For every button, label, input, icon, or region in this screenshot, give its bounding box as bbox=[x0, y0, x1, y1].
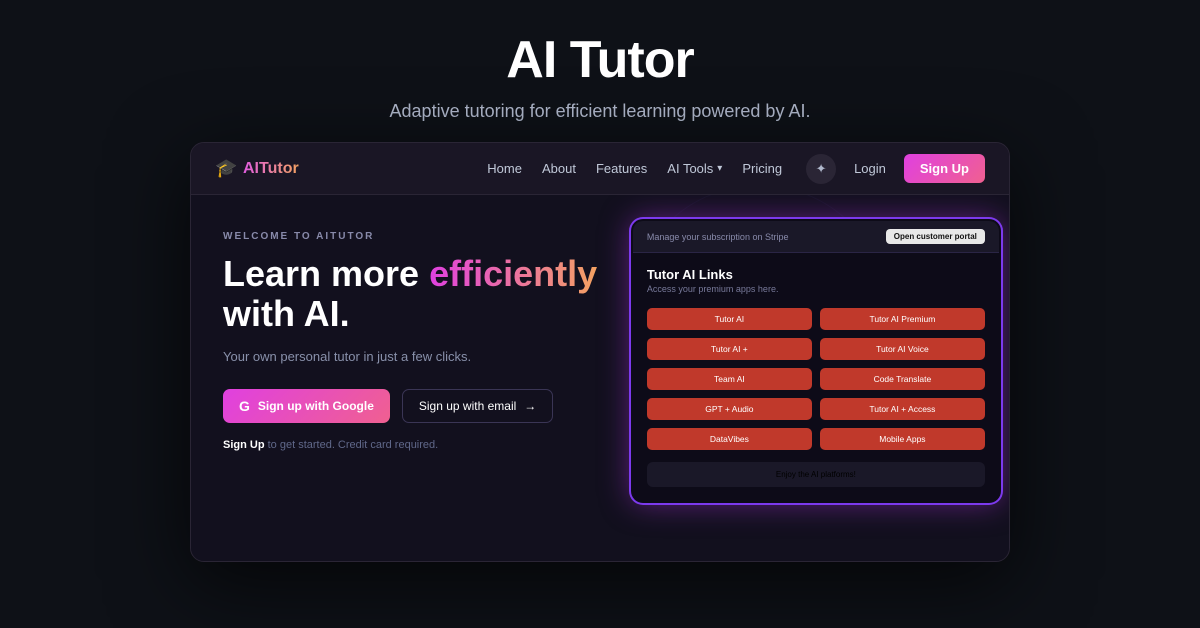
arrow-icon: → bbox=[524, 399, 536, 413]
hero-heading-part1: Learn more bbox=[223, 253, 429, 294]
nav-item-aitools[interactable]: AI Tools ▾ bbox=[667, 161, 722, 176]
google-icon: G bbox=[239, 398, 250, 414]
hero-heading-highlight: efficiently bbox=[429, 253, 597, 294]
navbar: 🎓 AITutor Home About Features AI Tools ▾… bbox=[191, 143, 1009, 195]
app-link-tutor-ai-access[interactable]: Tutor AI + Access bbox=[820, 398, 985, 420]
app-link-tutor-ai-plus[interactable]: Tutor AI + bbox=[647, 338, 812, 360]
signup-note-bold: Sign Up bbox=[223, 439, 265, 451]
chevron-down-icon: ▾ bbox=[717, 163, 722, 174]
app-panel-top: Manage your subscription on Stripe Open … bbox=[633, 221, 999, 253]
app-link-gpt-audio[interactable]: GPT + Audio bbox=[647, 398, 812, 420]
app-link-tutor-ai-voice[interactable]: Tutor AI Voice bbox=[820, 338, 985, 360]
hero-subtext: Your own personal tutor in just a few cl… bbox=[223, 347, 609, 367]
app-panel-top-text: Manage your subscription on Stripe bbox=[647, 232, 789, 242]
nav-item-features[interactable]: Features bbox=[596, 160, 647, 178]
star-button[interactable]: ✦ bbox=[806, 154, 836, 184]
app-link-tutor-ai[interactable]: Tutor AI bbox=[647, 308, 812, 330]
nav-link-pricing[interactable]: Pricing bbox=[742, 161, 782, 176]
nav-item-about[interactable]: About bbox=[542, 160, 576, 178]
hero-heading: Learn more efficiently with AI. bbox=[223, 254, 609, 333]
email-signup-button[interactable]: Sign up with email → bbox=[402, 389, 553, 423]
browser-mockup: 🎓 AITutor Home About Features AI Tools ▾… bbox=[190, 142, 1010, 562]
nav-link-about[interactable]: About bbox=[542, 161, 576, 176]
main-title: AI Tutor bbox=[0, 32, 1200, 89]
logo-text: AITutor bbox=[243, 160, 299, 178]
app-link-datavibes[interactable]: DataVibes bbox=[647, 428, 812, 450]
app-panel-footer: Enjoy the AI platforms! bbox=[647, 462, 985, 487]
app-link-team-ai[interactable]: Team AI bbox=[647, 368, 812, 390]
welcome-label: WELCOME TO AITUTOR bbox=[223, 231, 609, 242]
logo-icon: 🎓 bbox=[215, 158, 237, 180]
app-panel-subtitle: Access your premium apps here. bbox=[647, 284, 985, 294]
nav-link-features[interactable]: Features bbox=[596, 161, 647, 176]
nav-link-aitools[interactable]: AI Tools ▾ bbox=[667, 161, 722, 176]
google-signup-button[interactable]: G Sign up with Google bbox=[223, 389, 390, 423]
cta-buttons: G Sign up with Google Sign up with email… bbox=[223, 389, 609, 423]
email-btn-label: Sign up with email bbox=[419, 399, 516, 413]
top-section: AI Tutor Adaptive tutoring for efficient… bbox=[0, 0, 1200, 142]
open-portal-button[interactable]: Open customer portal bbox=[886, 229, 985, 244]
login-button[interactable]: Login bbox=[846, 157, 894, 180]
content-area: WELCOME TO AITUTOR Learn more efficientl… bbox=[191, 195, 1009, 561]
signup-note: Sign Up to get started. Credit card requ… bbox=[223, 439, 609, 451]
nav-item-home[interactable]: Home bbox=[487, 160, 522, 178]
footer-text: Enjoy the AI platforms! bbox=[776, 470, 856, 479]
nav-links: Home About Features AI Tools ▾ Pricing bbox=[487, 160, 782, 178]
app-panel: Manage your subscription on Stripe Open … bbox=[631, 219, 1001, 503]
signup-note-rest: to get started. Credit card required. bbox=[265, 439, 439, 451]
signup-button[interactable]: Sign Up bbox=[904, 154, 985, 183]
app-panel-title: Tutor AI Links bbox=[647, 267, 985, 282]
hero-left: WELCOME TO AITUTOR Learn more efficientl… bbox=[191, 195, 641, 561]
logo: 🎓 AITutor bbox=[215, 158, 299, 180]
app-links-grid: Tutor AI Tutor AI Premium Tutor AI + Tut… bbox=[647, 308, 985, 450]
app-link-code-translate[interactable]: Code Translate bbox=[820, 368, 985, 390]
app-panel-body: Tutor AI Links Access your premium apps … bbox=[633, 253, 999, 501]
main-subtitle: Adaptive tutoring for efficient learning… bbox=[0, 101, 1200, 122]
nav-link-home[interactable]: Home bbox=[487, 161, 522, 176]
google-btn-label: Sign up with Google bbox=[258, 399, 374, 413]
app-link-tutor-ai-premium[interactable]: Tutor AI Premium bbox=[820, 308, 985, 330]
nav-actions: ✦ Login Sign Up bbox=[806, 154, 985, 184]
hero-heading-part2: with AI. bbox=[223, 293, 350, 334]
nav-item-pricing[interactable]: Pricing bbox=[742, 160, 782, 178]
hero-right: Manage your subscription on Stripe Open … bbox=[641, 195, 1009, 561]
app-link-mobile-apps[interactable]: Mobile Apps bbox=[820, 428, 985, 450]
